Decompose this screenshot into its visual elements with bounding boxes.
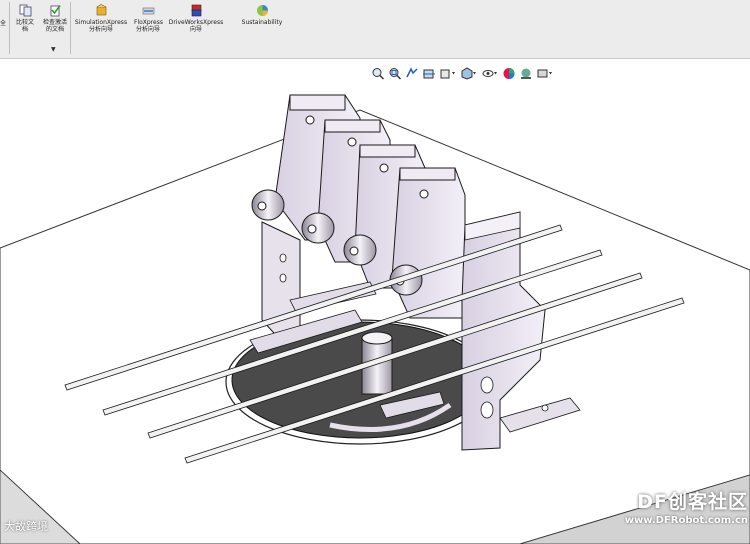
floxpress-label: FloXpress 分析向导 <box>134 19 163 33</box>
sustainability-button[interactable]: Sustainability <box>236 2 288 26</box>
watermark-left: 大故跨境 <box>4 518 48 534</box>
simulationxpress-button[interactable]: SimulationXpress 分析向导 <box>72 2 130 33</box>
apply-scene-icon[interactable] <box>519 65 533 79</box>
left-frame <box>261 221 301 346</box>
driveworksxpress-label: DriveWorksXpress 向导 <box>168 19 224 33</box>
watermark-url: www.DFRobot.com.cn <box>624 515 748 526</box>
3d-model-view <box>0 94 750 544</box>
section-view-icon[interactable] <box>422 65 436 78</box>
zoom-to-fit-icon[interactable] <box>371 65 385 80</box>
driveworksxpress-icon <box>191 4 201 17</box>
compare-documents-button[interactable]: 比较文档 <box>12 2 38 33</box>
heads-up-view-toolbar <box>371 64 554 80</box>
previous-view-icon[interactable] <box>405 65 419 78</box>
check-active-document-button[interactable]: 检查激活的文档 <box>40 2 70 33</box>
graphics-area[interactable] <box>0 59 750 544</box>
driveworksxpress-button[interactable]: DriveWorksXpress 向导 <box>166 2 226 33</box>
sustainability-icon <box>256 5 268 16</box>
view-orientation-icon[interactable] <box>439 65 457 78</box>
command-manager-ribbon: 全 比较文档 检查激活的文档 ▼ SimulationXpress 分析向导 F… <box>0 0 750 59</box>
check-document-icon <box>50 5 61 17</box>
watermark-right: DF创客社区 www.DFRobot.com.cn <box>600 487 748 526</box>
edit-appearance-icon[interactable] <box>502 65 516 79</box>
simulationxpress-label: SimulationXpress 分析向导 <box>74 19 128 33</box>
watermark-left-text: 大故跨境 <box>4 520 48 533</box>
compare-documents-icon <box>19 4 31 17</box>
simulationxpress-icon <box>96 4 106 16</box>
display-style-icon[interactable] <box>460 65 478 80</box>
view-settings-icon[interactable] <box>536 65 554 78</box>
ribbon-cut-label: 全 <box>0 20 7 27</box>
chevron-down-icon[interactable]: ▼ <box>51 46 56 53</box>
floxpress-icon <box>142 7 154 15</box>
ribbon-separator <box>70 2 71 54</box>
ribbon-separator <box>9 2 10 54</box>
hide-show-icon[interactable] <box>481 65 499 78</box>
sustainability-label: Sustainability <box>241 19 283 26</box>
floxpress-button[interactable]: FloXpress 分析向导 <box>130 2 166 33</box>
check-document-label: 检查激活的文档 <box>43 19 68 33</box>
compare-documents-label: 比较文档 <box>15 19 34 33</box>
zoom-area-icon[interactable] <box>388 65 402 80</box>
watermark-brand: DF创客社区 <box>637 491 748 513</box>
